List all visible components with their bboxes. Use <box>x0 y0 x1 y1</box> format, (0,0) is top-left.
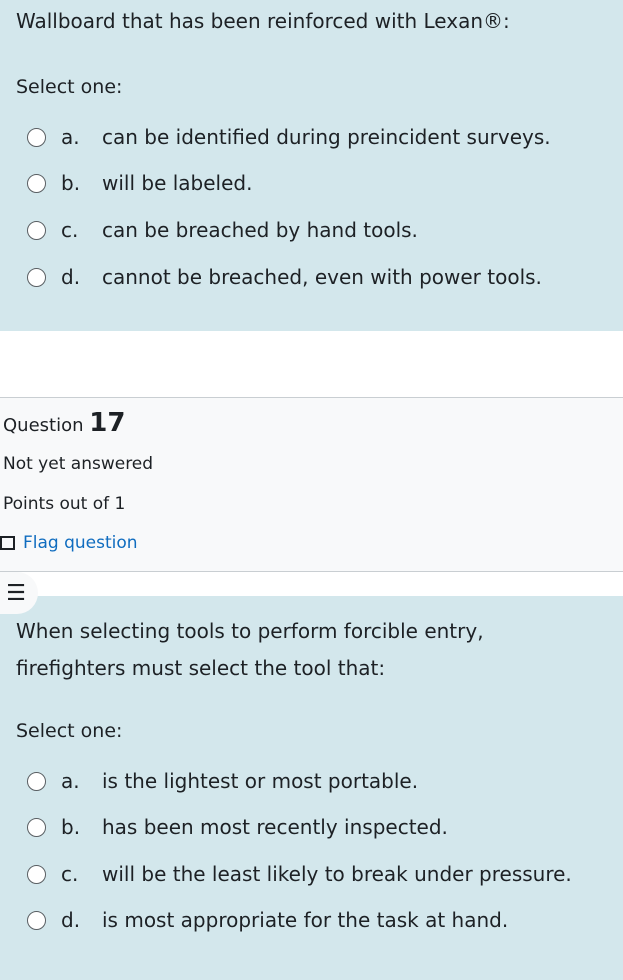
question-17-content: When selecting tools to perform forcible… <box>0 596 623 980</box>
option-text[interactable]: is the lightest or most portable. <box>102 769 418 793</box>
option-text[interactable]: can be breached by hand tools. <box>102 218 418 242</box>
answer-option-b[interactable]: b. has been most recently inspected. <box>27 812 448 842</box>
question-label: Question <box>3 415 84 436</box>
question-number-value: 17 <box>89 408 126 438</box>
radio-button[interactable] <box>27 864 46 884</box>
flag-question-label[interactable]: Flag question <box>23 533 138 553</box>
option-text[interactable]: cannot be breached, even with power tool… <box>102 265 542 289</box>
option-text[interactable]: will be labeled. <box>102 171 252 195</box>
option-text[interactable]: has been most recently inspected. <box>102 815 448 839</box>
question-text-line-2: firefighters must select the tool that: <box>16 656 386 680</box>
menu-icon[interactable]: ☰ <box>6 581 26 606</box>
question-state: Not yet answered <box>3 454 154 474</box>
question-text-line-1: When selecting tools to perform forcible… <box>16 619 484 643</box>
select-one-label: Select one: <box>16 720 123 742</box>
answer-option-a[interactable]: a. can be identified during preincident … <box>27 122 551 152</box>
radio-button[interactable] <box>27 173 46 193</box>
flag-question-link[interactable]: Flag question <box>0 533 138 553</box>
option-letter: d. <box>61 265 81 289</box>
option-letter: d. <box>61 908 81 932</box>
question-spacer <box>0 331 623 398</box>
question-number: Question 17 <box>3 408 125 438</box>
option-text[interactable]: is most appropriate for the task at hand… <box>102 908 508 932</box>
option-text[interactable]: will be the least likely to break under … <box>102 862 572 886</box>
radio-button[interactable] <box>27 220 46 240</box>
radio-button[interactable] <box>27 127 46 147</box>
option-letter: c. <box>61 862 79 886</box>
answer-option-c[interactable]: c. can be breached by hand tools. <box>27 215 418 245</box>
option-text[interactable]: can be identified during preincident sur… <box>102 125 551 149</box>
question-grade: Points out of 1 <box>3 494 126 514</box>
option-letter: a. <box>61 125 80 149</box>
answer-option-d[interactable]: d. is most appropriate for the task at h… <box>27 905 508 935</box>
radio-button[interactable] <box>27 267 46 287</box>
divider <box>0 571 623 572</box>
answer-option-d[interactable]: d. cannot be breached, even with power t… <box>27 262 542 292</box>
radio-button[interactable] <box>27 771 46 791</box>
select-one-label: Select one: <box>16 76 123 98</box>
question-text: Wallboard that has been reinforced with … <box>16 9 510 33</box>
radio-button[interactable] <box>27 910 46 930</box>
answer-option-c[interactable]: c. will be the least likely to break und… <box>27 859 572 889</box>
option-letter: a. <box>61 769 80 793</box>
option-letter: c. <box>61 218 79 242</box>
radio-button[interactable] <box>27 817 46 837</box>
flag-icon[interactable] <box>0 536 15 550</box>
option-letter: b. <box>61 171 81 195</box>
option-letter: b. <box>61 815 81 839</box>
answer-option-a[interactable]: a. is the lightest or most portable. <box>27 766 418 796</box>
answer-option-b[interactable]: b. will be labeled. <box>27 168 252 198</box>
question-16-content: Wallboard that has been reinforced with … <box>0 0 623 331</box>
